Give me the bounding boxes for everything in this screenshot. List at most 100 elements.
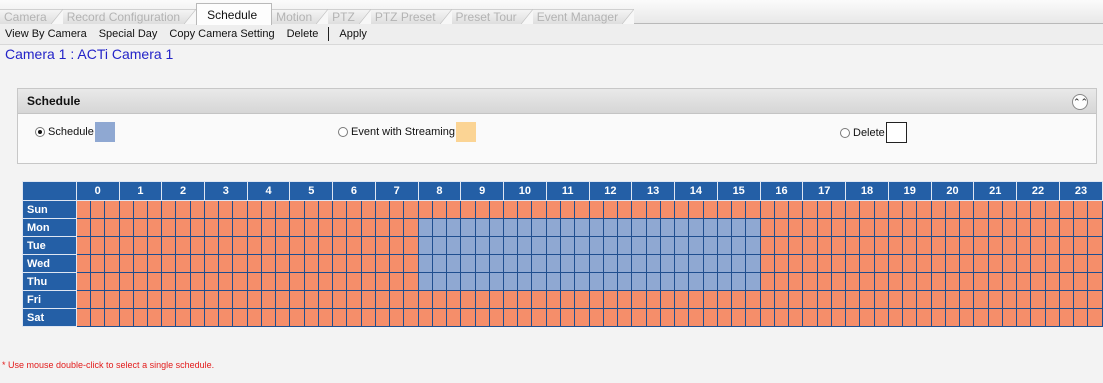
schedule-cell[interactable] <box>574 236 590 255</box>
schedule-cell[interactable] <box>303 308 319 327</box>
schedule-cell[interactable] <box>1044 218 1060 237</box>
schedule-cell[interactable] <box>617 272 633 291</box>
schedule-cell[interactable] <box>1087 200 1103 219</box>
schedule-cell[interactable] <box>1030 290 1046 309</box>
schedule-cell[interactable] <box>545 272 562 291</box>
schedule-cell[interactable] <box>873 308 889 327</box>
schedule-cell[interactable] <box>332 200 348 219</box>
hour-header[interactable]: 3 <box>203 181 248 201</box>
hour-header[interactable]: 7 <box>374 181 419 201</box>
schedule-cell[interactable] <box>218 200 234 219</box>
schedule-cell[interactable] <box>731 218 747 237</box>
schedule-cell[interactable] <box>246 308 262 327</box>
schedule-cell[interactable] <box>218 272 234 291</box>
schedule-cell[interactable] <box>203 308 220 327</box>
schedule-cell[interactable] <box>360 200 376 219</box>
schedule-cell[interactable] <box>360 254 376 273</box>
schedule-cell[interactable] <box>1087 290 1103 309</box>
schedule-cell[interactable] <box>488 200 504 219</box>
schedule-cell[interactable] <box>731 200 747 219</box>
schedule-cell[interactable] <box>1058 218 1075 237</box>
schedule-cell[interactable] <box>731 254 747 273</box>
schedule-cell[interactable] <box>731 308 747 327</box>
schedule-cell[interactable] <box>1087 236 1103 255</box>
schedule-cell[interactable] <box>317 254 334 273</box>
schedule-cell[interactable] <box>1044 308 1060 327</box>
day-label[interactable]: Sun <box>22 200 77 219</box>
schedule-cell[interactable] <box>959 218 975 237</box>
schedule-cell[interactable] <box>916 290 932 309</box>
schedule-cell[interactable] <box>873 200 889 219</box>
schedule-cell[interactable] <box>959 236 975 255</box>
schedule-cell[interactable] <box>688 254 704 273</box>
schedule-cell[interactable] <box>574 254 590 273</box>
schedule-cell[interactable] <box>175 272 191 291</box>
schedule-cell[interactable] <box>374 200 391 219</box>
schedule-cell[interactable] <box>688 200 704 219</box>
schedule-cell[interactable] <box>75 272 92 291</box>
schedule-cell[interactable] <box>1073 200 1089 219</box>
schedule-cell[interactable] <box>788 290 804 309</box>
schedule-cell[interactable] <box>987 236 1003 255</box>
copy-camera-setting-button[interactable]: Copy Camera Setting <box>163 28 280 40</box>
schedule-cell[interactable] <box>545 308 562 327</box>
schedule-cell[interactable] <box>545 218 562 237</box>
schedule-cell[interactable] <box>161 290 177 309</box>
schedule-cell[interactable] <box>118 236 134 255</box>
schedule-cell[interactable] <box>716 200 733 219</box>
schedule-cell[interactable] <box>645 236 661 255</box>
schedule-cell[interactable] <box>745 272 761 291</box>
schedule-cell[interactable] <box>446 236 462 255</box>
schedule-cell[interactable] <box>389 254 405 273</box>
schedule-cell[interactable] <box>916 218 932 237</box>
schedule-cell[interactable] <box>104 290 120 309</box>
schedule-cell[interactable] <box>146 254 163 273</box>
schedule-cell[interactable] <box>816 290 832 309</box>
schedule-cell[interactable] <box>317 290 334 309</box>
schedule-cell[interactable] <box>759 200 775 219</box>
schedule-cell[interactable] <box>559 308 576 327</box>
schedule-cell[interactable] <box>1016 254 1032 273</box>
schedule-cell[interactable] <box>602 254 619 273</box>
special-day-button[interactable]: Special Day <box>93 28 164 40</box>
hour-header[interactable]: 2 <box>161 181 205 201</box>
schedule-cell[interactable] <box>389 308 405 327</box>
schedule-cell[interactable] <box>246 272 262 291</box>
hour-header[interactable]: 22 <box>1016 181 1060 201</box>
schedule-cell[interactable] <box>502 308 519 327</box>
schedule-cell[interactable] <box>859 200 875 219</box>
schedule-cell[interactable] <box>788 254 804 273</box>
schedule-cell[interactable] <box>602 308 619 327</box>
schedule-cell[interactable] <box>374 290 391 309</box>
schedule-cell[interactable] <box>132 308 148 327</box>
schedule-cell[interactable] <box>275 254 291 273</box>
schedule-cell[interactable] <box>674 236 690 255</box>
schedule-cell[interactable] <box>474 272 490 291</box>
schedule-cell[interactable] <box>802 236 818 255</box>
hour-header[interactable]: 17 <box>802 181 847 201</box>
schedule-cell[interactable] <box>930 236 946 255</box>
schedule-cell[interactable] <box>873 218 889 237</box>
schedule-cell[interactable] <box>859 254 875 273</box>
schedule-cell[interactable] <box>602 200 619 219</box>
schedule-cell[interactable] <box>346 236 362 255</box>
schedule-cell[interactable] <box>446 254 462 273</box>
schedule-cell[interactable] <box>161 236 177 255</box>
schedule-cell[interactable] <box>702 218 718 237</box>
schedule-cell[interactable] <box>887 290 904 309</box>
schedule-cell[interactable] <box>773 272 790 291</box>
schedule-cell[interactable] <box>104 308 120 327</box>
schedule-cell[interactable] <box>688 236 704 255</box>
schedule-cell[interactable] <box>474 308 490 327</box>
schedule-cell[interactable] <box>189 218 205 237</box>
schedule-cell[interactable] <box>488 218 504 237</box>
schedule-cell[interactable] <box>973 218 989 237</box>
schedule-cell[interactable] <box>446 308 462 327</box>
schedule-cell[interactable] <box>1016 236 1032 255</box>
schedule-cell[interactable] <box>674 272 690 291</box>
schedule-cell[interactable] <box>816 200 832 219</box>
schedule-cell[interactable] <box>260 236 277 255</box>
schedule-cell[interactable] <box>474 200 490 219</box>
schedule-cell[interactable] <box>332 272 348 291</box>
double-chevron-up-icon[interactable]: ⌃⌃ <box>1072 94 1088 110</box>
